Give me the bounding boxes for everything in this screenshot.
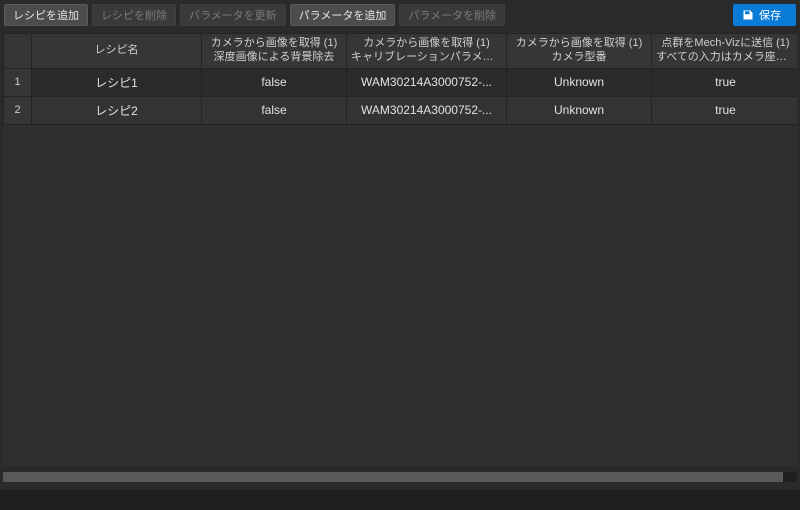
recipe-table: レシピ名 カメラから画像を取得 (1) 深度画像による背景除去 カメラから画像を… — [3, 33, 797, 466]
delete-param-button: パラメータを削除 — [399, 4, 505, 26]
table-header-row: レシピ名 カメラから画像を取得 (1) 深度画像による背景除去 カメラから画像を… — [4, 34, 798, 69]
col-header-calib-group[interactable]: カメラから画像を取得 (1) キャリブレーションパラメータグループ — [347, 34, 507, 69]
horizontal-scrollbar[interactable] — [3, 470, 797, 484]
row-index: 1 — [4, 68, 32, 96]
bottom-strip — [0, 490, 800, 510]
table-row[interactable]: 1 レシピ1 false WAM30214A3000752-... Unknow… — [4, 68, 798, 96]
toolbar: レシピを追加 レシピを削除 パラメータを更新 パラメータを追加 パラメータを削除… — [0, 0, 800, 30]
col-header-depth-bg-remove[interactable]: カメラから画像を取得 (1) 深度画像による背景除去 — [202, 34, 347, 69]
cell-pointcloud-cam-coord[interactable]: true — [652, 96, 798, 124]
cell-depth-bg-remove[interactable]: false — [202, 96, 347, 124]
scrollbar-thumb[interactable] — [3, 472, 783, 482]
table-row[interactable]: 2 レシピ2 false WAM30214A3000752-... Unknow… — [4, 96, 798, 124]
save-button-label: 保存 — [759, 7, 781, 23]
cell-calib-group[interactable]: WAM30214A3000752-... — [347, 68, 507, 96]
save-icon — [742, 9, 754, 21]
cell-depth-bg-remove[interactable]: false — [202, 68, 347, 96]
col-header-name[interactable]: レシピ名 — [32, 34, 202, 69]
save-button[interactable]: 保存 — [733, 4, 796, 26]
cell-name[interactable]: レシピ1 — [32, 68, 202, 96]
cell-camera-model[interactable]: Unknown — [507, 96, 652, 124]
update-param-button: パラメータを更新 — [180, 4, 286, 26]
delete-recipe-button: レシピを削除 — [92, 4, 176, 26]
cell-pointcloud-cam-coord[interactable]: true — [652, 68, 798, 96]
cell-calib-group[interactable]: WAM30214A3000752-... — [347, 96, 507, 124]
cell-name[interactable]: レシピ2 — [32, 96, 202, 124]
add-recipe-button[interactable]: レシピを追加 — [4, 4, 88, 26]
col-header-pointcloud-cam-coord[interactable]: 点群をMech-Vizに送信 (1) すべての入力はカメラ座標系にある — [652, 34, 798, 69]
row-index: 2 — [4, 96, 32, 124]
col-header-camera-model[interactable]: カメラから画像を取得 (1) カメラ型番 — [507, 34, 652, 69]
add-param-button[interactable]: パラメータを追加 — [290, 4, 396, 26]
cell-camera-model[interactable]: Unknown — [507, 68, 652, 96]
col-header-index[interactable] — [4, 34, 32, 69]
